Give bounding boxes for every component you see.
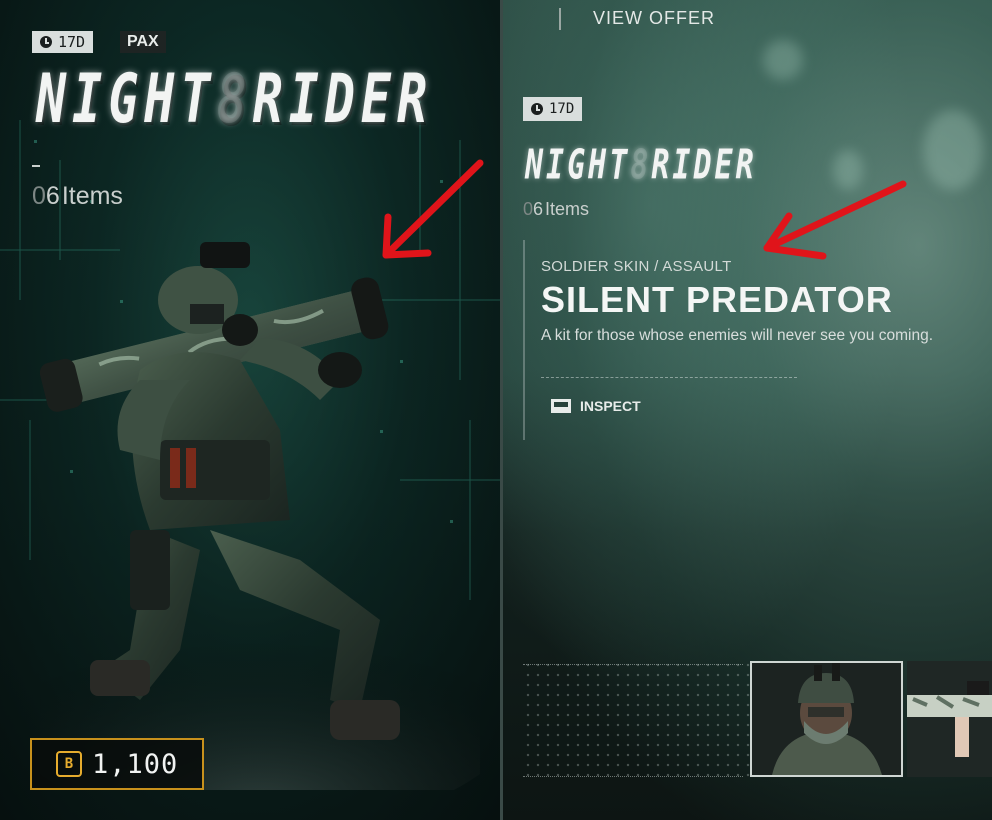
timer-text: 17D bbox=[58, 33, 86, 51]
items-count-label: Items bbox=[61, 182, 123, 210]
title-word-1: NIGHT bbox=[525, 142, 631, 190]
title-segment-gap: 8 bbox=[630, 142, 652, 190]
soldier-illustration bbox=[40, 242, 480, 790]
bundle-title: NIGHT8RIDER bbox=[36, 60, 433, 138]
inspect-button[interactable]: INSPECT bbox=[551, 398, 641, 414]
price-button[interactable]: B 1,100 bbox=[30, 738, 204, 790]
timer-text: 17D bbox=[549, 101, 575, 117]
price-value: 1,100 bbox=[92, 748, 179, 780]
detail-bracket bbox=[523, 240, 525, 440]
items-count-label: Items bbox=[545, 199, 590, 219]
inspect-label: INSPECT bbox=[580, 398, 641, 414]
title-word-2: RIDER bbox=[252, 60, 434, 139]
decorative-line bbox=[523, 664, 743, 665]
title-word-1: NIGHT bbox=[36, 60, 217, 139]
item-thumbnail-weapon[interactable] bbox=[907, 661, 992, 777]
item-category: SOLDIER SKIN / ASSAULT bbox=[541, 258, 732, 275]
dash-mark bbox=[32, 165, 40, 167]
bp-coin-icon: B bbox=[56, 751, 82, 777]
header-divider bbox=[559, 8, 561, 30]
title-word-2: RIDER bbox=[651, 142, 757, 190]
timer-badge: 17D bbox=[32, 31, 94, 53]
items-count-prefix: 0 bbox=[32, 182, 46, 210]
offer-detail-panel: VIEW OFFER 17D NIGHT8RIDER 06 Items SOLDI… bbox=[503, 0, 992, 820]
bundle-card[interactable]: 17D PAX NIGHT8RIDER 06Items B 1,100 bbox=[0, 0, 500, 820]
items-count-prefix: 0 bbox=[523, 199, 534, 219]
inspect-icon bbox=[551, 399, 571, 413]
annotation-arrow bbox=[763, 180, 907, 260]
background-light bbox=[923, 110, 983, 190]
clock-icon bbox=[40, 36, 52, 48]
timer-badge: 17D bbox=[523, 97, 583, 121]
items-count-number: 6 bbox=[533, 199, 544, 219]
decorative-dot-grid bbox=[523, 660, 753, 780]
background-light bbox=[763, 40, 803, 80]
clock-icon bbox=[531, 103, 543, 115]
dashed-separator bbox=[541, 377, 797, 378]
soldier-portrait bbox=[752, 663, 901, 775]
items-count-number: 6 bbox=[45, 182, 60, 210]
item-thumbnail-soldier[interactable] bbox=[750, 661, 903, 777]
view-offer-tab[interactable]: VIEW OFFER bbox=[593, 8, 715, 29]
weapon-preview bbox=[907, 661, 992, 777]
item-description: A kit for those whose enemies will never… bbox=[541, 327, 933, 344]
brand-tag: PAX bbox=[120, 31, 166, 53]
annotation-arrow bbox=[382, 159, 484, 259]
items-count: 06Items bbox=[32, 182, 123, 211]
bundle-title: NIGHT8RIDER bbox=[525, 142, 757, 189]
title-segment-gap: 8 bbox=[216, 60, 253, 139]
decorative-line bbox=[523, 776, 743, 777]
items-count: 06Items bbox=[523, 199, 589, 220]
item-name: SILENT PREDATOR bbox=[541, 279, 893, 320]
